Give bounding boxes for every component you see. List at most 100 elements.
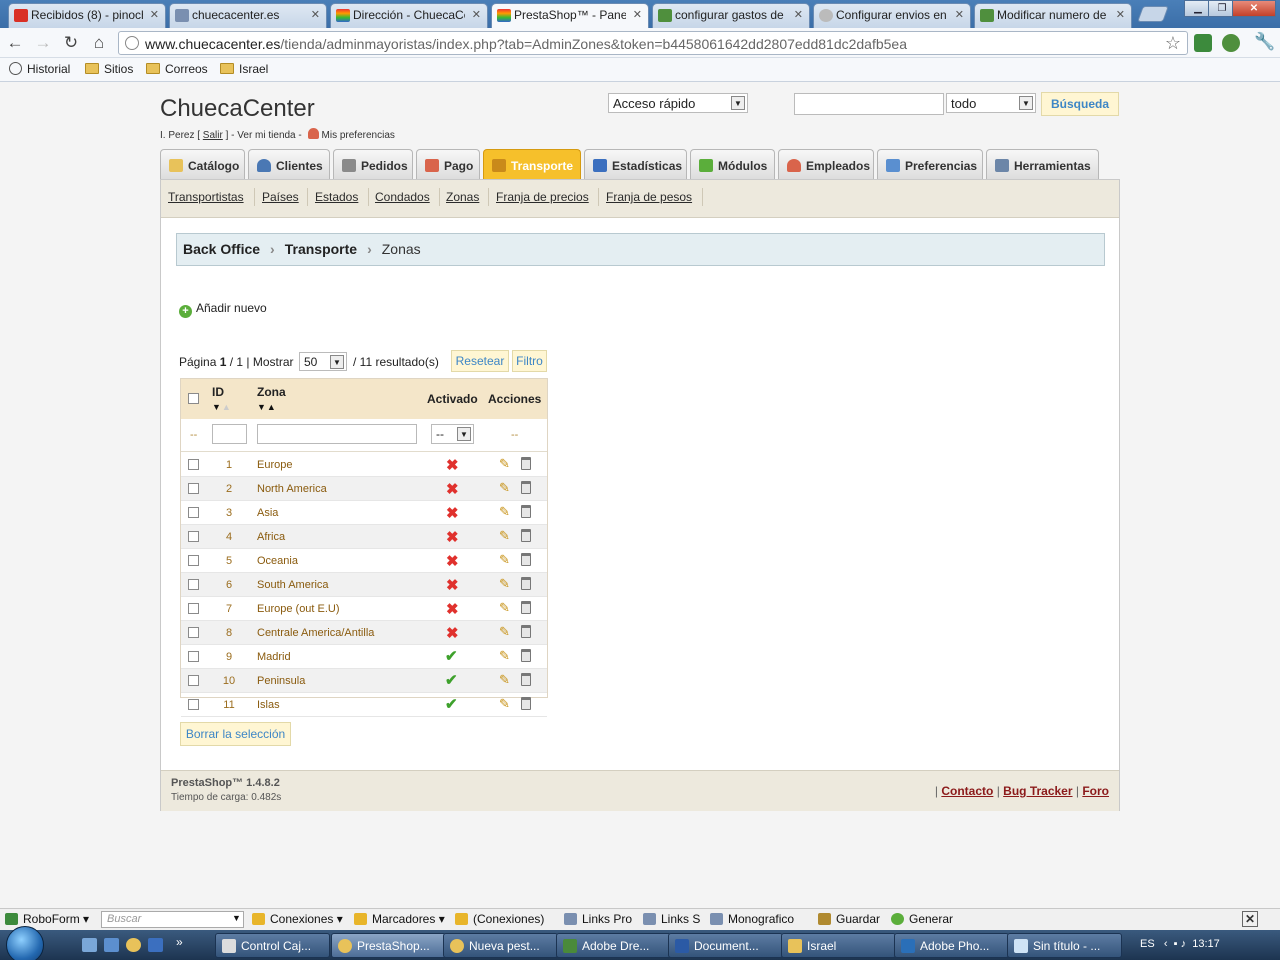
tab-pago[interactable]: Pago: [416, 149, 480, 180]
chevron-down-icon[interactable]: ▼: [232, 913, 241, 923]
bookmark-correos[interactable]: Correos: [146, 62, 208, 76]
id-filter-input[interactable]: [212, 424, 247, 444]
delete-selection-button[interactable]: Borrar la selección: [180, 722, 291, 746]
close-window-button[interactable]: ✕: [1232, 0, 1276, 17]
delete-icon[interactable]: [521, 649, 531, 662]
subnav-condados[interactable]: Condados: [375, 190, 430, 204]
table-row[interactable]: 6 South America ✖ ✎: [181, 573, 547, 597]
enabled-check-icon[interactable]: ✔: [445, 695, 458, 713]
table-row[interactable]: 1 Europe ✖ ✎: [181, 453, 547, 477]
browser-tab-configurar-envios[interactable]: Configurar envios en ✕: [813, 3, 971, 28]
home-button[interactable]: ⌂: [89, 33, 109, 53]
row-checkbox[interactable]: [188, 699, 199, 710]
enabled-check-icon[interactable]: ✔: [445, 647, 458, 665]
new-tab-button[interactable]: [1137, 6, 1169, 22]
tab-clientes[interactable]: Clientes: [248, 149, 330, 180]
zone-name[interactable]: Asia: [257, 507, 278, 519]
zone-id[interactable]: 1: [217, 459, 241, 471]
tab-empleados[interactable]: Empleados: [778, 149, 874, 180]
delete-icon[interactable]: [521, 601, 531, 614]
table-row[interactable]: 10 Peninsula ✔ ✎: [181, 669, 547, 693]
search-input[interactable]: [794, 93, 944, 115]
volume-icon[interactable]: ♪: [1181, 938, 1187, 950]
tab-catalogo[interactable]: Catálogo: [160, 149, 245, 180]
zone-name[interactable]: Centrale America/Antilla: [257, 627, 374, 639]
bookmark-israel[interactable]: Israel: [220, 62, 268, 76]
breadcrumb-root[interactable]: Back Office: [183, 241, 260, 257]
table-row[interactable]: 3 Asia ✖ ✎: [181, 501, 547, 525]
language-indicator[interactable]: ES: [1140, 938, 1155, 950]
zone-id[interactable]: 10: [217, 675, 241, 687]
per-page-select[interactable]: 50 ▼: [299, 352, 347, 371]
quick-access-select[interactable]: Acceso rápido ▼: [608, 93, 748, 113]
network-icon[interactable]: ▪: [1174, 938, 1178, 950]
delete-icon[interactable]: [521, 625, 531, 638]
table-row[interactable]: 11 Islas ✔ ✎: [181, 693, 547, 717]
zone-name[interactable]: Islas: [257, 699, 280, 711]
subnav-estados[interactable]: Estados: [315, 190, 358, 204]
tab-preferencias[interactable]: Preferencias: [877, 149, 983, 180]
contact-link[interactable]: Contacto: [941, 784, 993, 798]
roboform-guardar[interactable]: Guardar: [818, 912, 880, 926]
zone-name[interactable]: North America: [257, 483, 327, 495]
chrome-icon[interactable]: [126, 938, 141, 952]
reload-button[interactable]: ↻: [61, 33, 81, 53]
preferences-link[interactable]: Mis preferencias: [322, 130, 395, 141]
disabled-x-icon[interactable]: ✖: [446, 480, 459, 498]
tab-transporte[interactable]: Transporte: [483, 149, 581, 180]
task-nueva-pestana[interactable]: Nueva pest...: [443, 933, 558, 958]
delete-icon[interactable]: [521, 529, 531, 542]
edit-icon[interactable]: ✎: [499, 673, 513, 687]
reset-button[interactable]: Resetear: [451, 350, 509, 372]
close-tab-icon[interactable]: ✕: [472, 8, 481, 21]
row-checkbox[interactable]: [188, 459, 199, 470]
edit-icon[interactable]: ✎: [499, 697, 513, 711]
forum-link[interactable]: Foro: [1082, 784, 1109, 798]
row-checkbox[interactable]: [188, 675, 199, 686]
roboform-extension-icon[interactable]: [1194, 34, 1212, 52]
clock[interactable]: 13:17: [1192, 938, 1220, 950]
sort-arrows-icon[interactable]: ▼▲: [212, 402, 232, 412]
close-tab-icon[interactable]: ✕: [794, 8, 803, 21]
bookmark-star-icon[interactable]: ☆: [1165, 33, 1181, 54]
subnav-transportistas[interactable]: Transportistas: [168, 190, 244, 204]
delete-icon[interactable]: [521, 457, 531, 470]
zone-name[interactable]: Europe: [257, 459, 292, 471]
bookmark-historial[interactable]: Historial: [9, 62, 70, 76]
delete-icon[interactable]: [521, 553, 531, 566]
table-row[interactable]: 2 North America ✖ ✎: [181, 477, 547, 501]
edit-icon[interactable]: ✎: [499, 457, 513, 471]
roboform-monografico[interactable]: Monografico: [710, 912, 794, 926]
bookmark-sitios[interactable]: Sitios: [85, 62, 133, 76]
row-checkbox[interactable]: [188, 483, 199, 494]
edit-icon[interactable]: ✎: [499, 529, 513, 543]
chevron-left-icon[interactable]: ‹: [1164, 938, 1168, 950]
explorer-icon[interactable]: [104, 938, 119, 952]
address-bar[interactable]: www.chuecacenter.es/tienda/adminmayorist…: [118, 31, 1188, 55]
subnav-franja-precios[interactable]: Franja de precios: [496, 190, 589, 204]
edit-icon[interactable]: ✎: [499, 625, 513, 639]
task-adobe-dreamweaver[interactable]: Adobe Dre...: [556, 933, 671, 958]
browser-tab-modificar-numero[interactable]: Modificar numero de ✕: [974, 3, 1132, 28]
delete-icon[interactable]: [521, 505, 531, 518]
subnav-paises[interactable]: Países: [262, 190, 299, 204]
sort-arrows-icon[interactable]: ▼▲: [257, 402, 277, 412]
disabled-x-icon[interactable]: ✖: [446, 504, 459, 522]
roboform-marcadores[interactable]: Marcadores ▾: [354, 912, 445, 926]
browser-tab-prestashop[interactable]: PrestaShop™ - Panel ✕: [491, 3, 649, 29]
add-new-link[interactable]: + Añadir nuevo: [179, 301, 267, 318]
roboform-conexiones[interactable]: Conexiones ▾: [252, 912, 343, 926]
close-tab-icon[interactable]: ✕: [1116, 8, 1125, 21]
bug-tracker-link[interactable]: Bug Tracker: [1003, 784, 1072, 798]
close-icon[interactable]: ✕: [1242, 911, 1258, 927]
back-button[interactable]: ←: [5, 33, 25, 53]
row-checkbox[interactable]: [188, 651, 199, 662]
close-tab-icon[interactable]: ✕: [955, 8, 964, 21]
browser-tab-gmail[interactable]: Recibidos (8) - pinoch ✕: [8, 3, 166, 28]
show-desktop-icon[interactable]: [82, 938, 97, 952]
disabled-x-icon[interactable]: ✖: [446, 624, 459, 642]
start-button[interactable]: [6, 926, 44, 960]
search-scope-select[interactable]: todo ▼: [946, 93, 1036, 113]
zone-name[interactable]: Peninsula: [257, 675, 305, 687]
roboform-conexiones-folder[interactable]: (Conexiones): [455, 912, 544, 926]
